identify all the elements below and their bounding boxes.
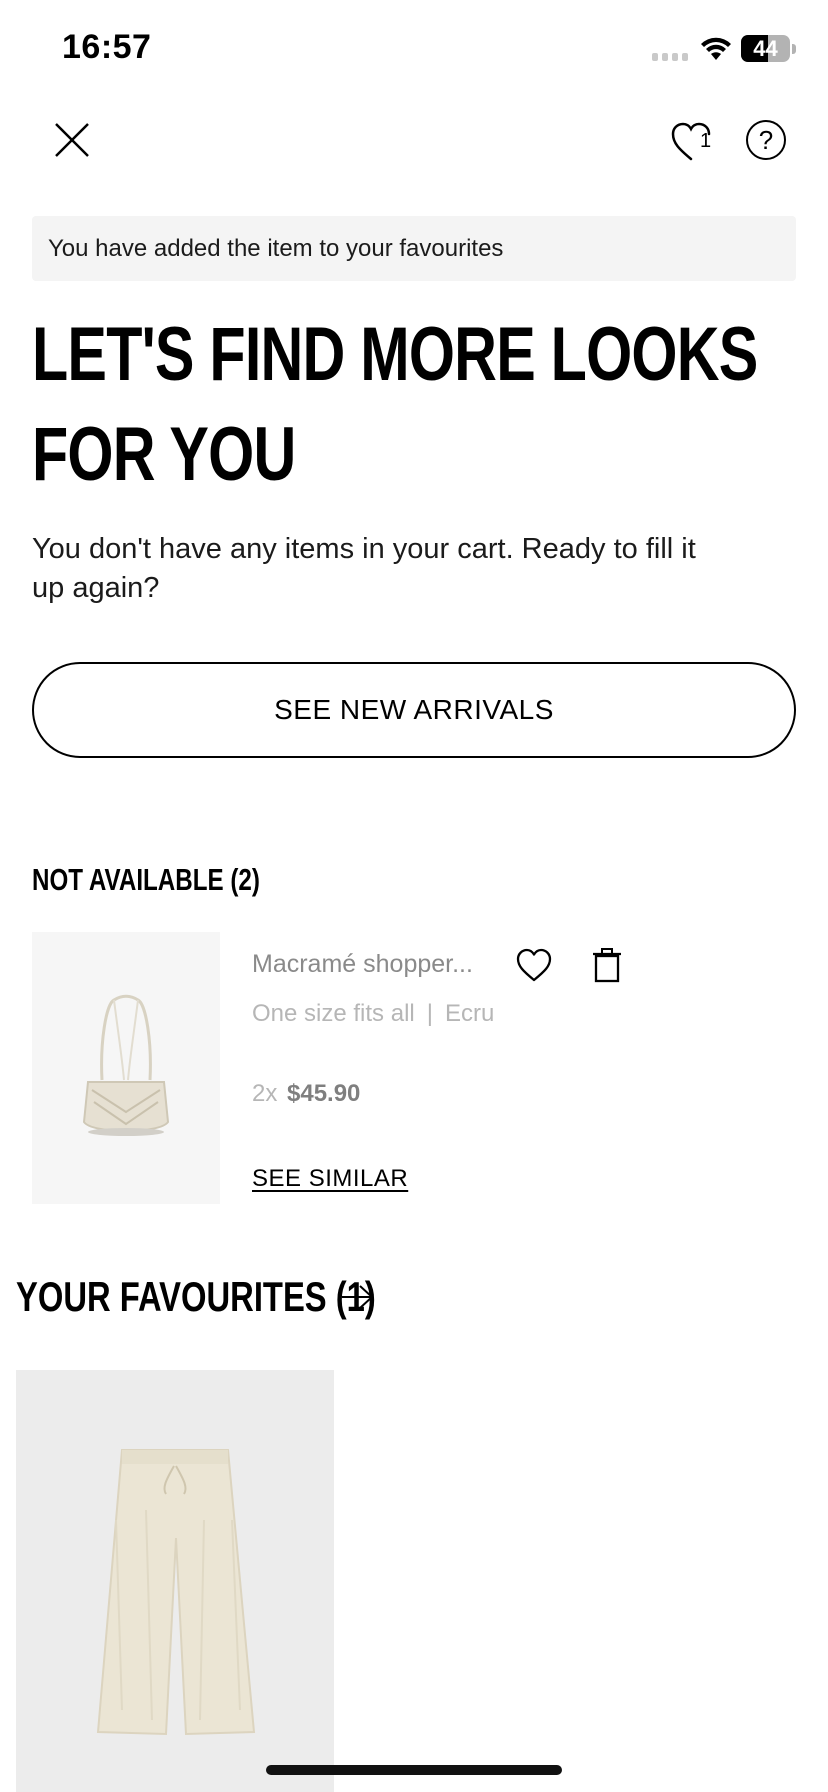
empty-cart-message: You don't have any items in your cart. R…: [32, 533, 696, 604]
favourites-count: 1: [700, 130, 712, 152]
product-price: $45.90: [287, 1080, 361, 1107]
product-color: Ecru: [444, 1000, 495, 1027]
help-button[interactable]: ?: [746, 120, 786, 160]
variant-separator: |: [426, 1000, 433, 1027]
not-available-title: NOT AVAILABLE (2): [32, 862, 260, 897]
product-image-macrame-shopper[interactable]: [32, 932, 220, 1204]
favourite-product-image[interactable]: [16, 1370, 334, 1792]
toast-message: You have added the item to your favourit…: [48, 234, 504, 262]
battery-level: 44: [753, 36, 778, 61]
wifi-icon: [701, 37, 731, 60]
product-name[interactable]: Macramé shopper...: [252, 950, 473, 979]
arrow-right-icon[interactable]: [340, 1282, 376, 1312]
cellular-signal-icon: [652, 53, 688, 61]
battery-icon: 44: [741, 35, 790, 62]
close-icon[interactable]: [52, 120, 92, 160]
battery-cap: [792, 44, 796, 54]
see-new-arrivals-button[interactable]: SEE NEW ARRIVALS: [32, 662, 796, 758]
page-title: LET'S FIND MORE LOOKS FOR YOU: [32, 312, 758, 497]
home-indicator: [266, 1765, 562, 1775]
help-icon: ?: [758, 124, 774, 155]
product-variant: One size fits all | Ecru: [252, 1000, 494, 1028]
product-size: One size fits all: [252, 1000, 415, 1027]
status-time: 16:57: [62, 28, 152, 66]
see-similar-link[interactable]: SEE SIMILAR: [252, 1165, 408, 1193]
macrame-bag-illustration: [82, 994, 170, 1136]
favourite-added-toast: You have added the item to your favourit…: [32, 216, 796, 281]
product-quantity: 2x: [252, 1080, 278, 1107]
trash-icon[interactable]: [592, 947, 622, 983]
heart-icon[interactable]: [515, 947, 553, 983]
your-favourites-title[interactable]: YOUR FAVOURITES (1): [16, 1273, 376, 1321]
see-new-arrivals-label: SEE NEW ARRIVALS: [274, 694, 554, 725]
knit-trousers-illustration: [96, 1449, 256, 1736]
